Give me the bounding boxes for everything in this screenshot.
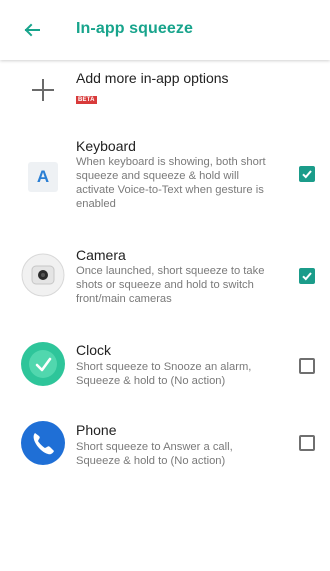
app-bar: In-app squeeze [0, 0, 330, 60]
checkbox-keyboard[interactable] [299, 166, 315, 182]
add-more-row[interactable]: Add more in-app options [0, 60, 330, 120]
beta-badge: BETA [76, 96, 97, 104]
app-desc-clock: Short squeeze to Snooze an alarm, Squeez… [76, 361, 252, 387]
app-desc-camera: Once launched, short squeeze to take sho… [76, 265, 265, 305]
keyboard-icon-glyph: A [28, 162, 58, 192]
add-more-label: Add more in-app options [76, 70, 229, 86]
app-row-phone[interactable]: Phone Short squeeze to Answer a call, Sq… [0, 413, 330, 477]
app-row-clock[interactable]: Clock Short squeeze to Snooze an alarm, … [0, 333, 330, 397]
checkbox-phone[interactable] [299, 435, 315, 451]
keyboard-icon: A [20, 154, 66, 200]
app-title-clock: Clock [76, 342, 112, 358]
clock-icon [20, 341, 66, 387]
app-row-camera[interactable]: Camera Once launched, short squeeze to t… [0, 240, 330, 312]
phone-icon [20, 420, 66, 466]
check-icon [302, 272, 312, 281]
app-desc-keyboard: When keyboard is showing, both short squ… [76, 156, 266, 210]
app-row-keyboard[interactable]: A Keyboard When keyboard is showing, bot… [0, 130, 330, 220]
check-icon [302, 170, 312, 179]
checkbox-camera[interactable] [299, 268, 315, 284]
app-title-phone: Phone [76, 422, 117, 438]
page-title: In-app squeeze [76, 20, 193, 37]
app-title-keyboard: Keyboard [76, 138, 136, 154]
checkbox-clock[interactable] [299, 358, 315, 374]
app-title-camera: Camera [76, 247, 126, 263]
camera-icon [20, 252, 66, 298]
back-button[interactable] [18, 16, 46, 44]
arrow-left-icon [24, 23, 40, 37]
plus-icon [20, 67, 66, 113]
app-desc-phone: Short squeeze to Answer a call, Squeeze … [76, 441, 233, 467]
